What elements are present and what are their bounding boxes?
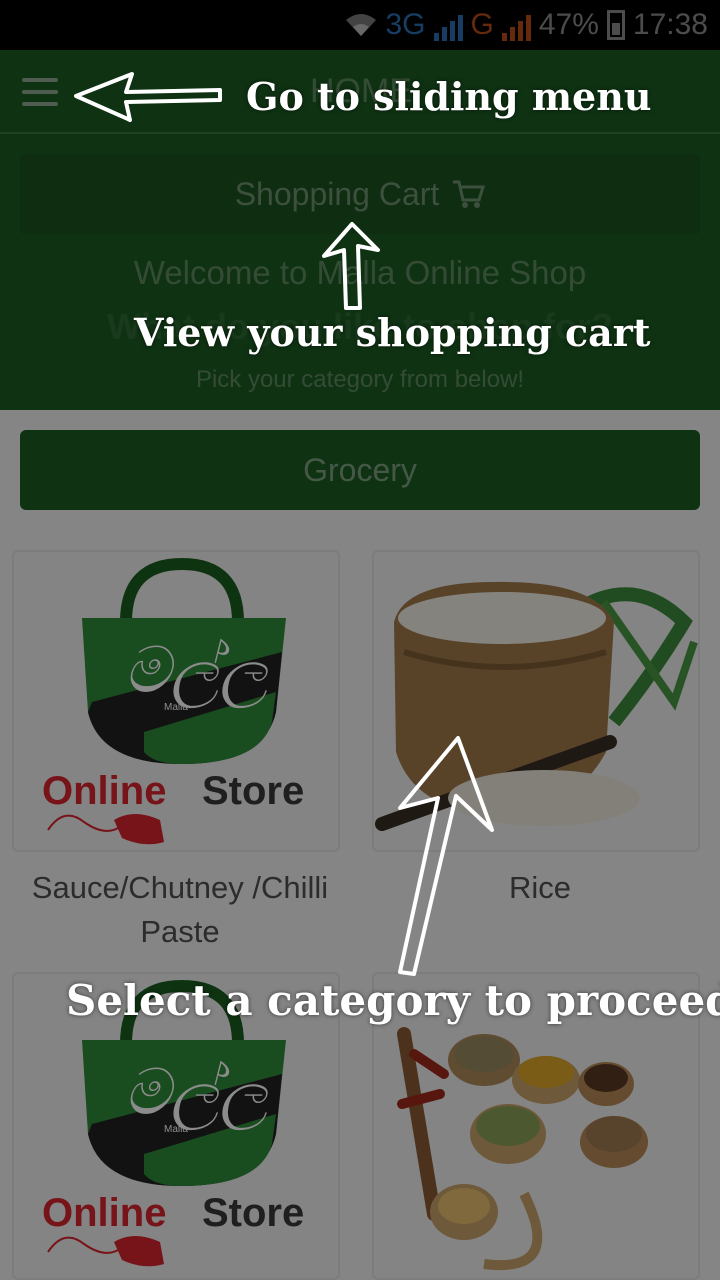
arrow-up-icon (322, 222, 380, 310)
arrow-up-long-icon (398, 736, 494, 976)
tutorial-cart-tip: View your shopping cart (134, 310, 651, 355)
tutorial-menu-tip: Go to sliding menu (246, 74, 652, 119)
logo-word-online: Online (42, 769, 166, 813)
arrow-left-icon (74, 72, 222, 122)
shopping-cart-icon (453, 180, 486, 208)
app-screen: { "status_bar": { "network_a": "3G", "ne… (0, 0, 720, 1280)
malla-online-store-logo: මල්ල Malla Online Store (42, 557, 304, 845)
category-caption-sauce: Sauce/Chutney /Chilli Paste (31, 870, 329, 949)
logo-word-store: Store (202, 1191, 304, 1235)
battery-icon (606, 10, 625, 40)
signal-strength-icon (433, 9, 463, 41)
pick-category-hint: Pick your category from below! (195, 366, 525, 393)
network-type-g: G (470, 8, 494, 41)
logo-brand-small: Malla (164, 1124, 188, 1135)
logo-brand-script: මල්ල (124, 1056, 269, 1131)
network-type-3g: 3G (385, 8, 426, 41)
hamburger-menu-icon[interactable] (22, 78, 58, 106)
logo-word-store: Store (202, 769, 304, 813)
wifi-icon (345, 14, 376, 36)
status-bar: 3G G 47% 17:38 (0, 0, 720, 50)
clock: 17:38 (632, 8, 708, 41)
battery-percent: 47% (538, 8, 599, 41)
grocery-section-button[interactable]: Grocery (20, 430, 700, 510)
signal-strength-icon-2 (501, 9, 531, 41)
logo-brand-small: Malla (164, 702, 188, 713)
category-card-sauce[interactable]: මල්ල Malla Online Store (12, 550, 340, 852)
shopping-cart-label: Shopping Cart (234, 175, 440, 212)
logo-brand-script: මල්ල (124, 634, 269, 709)
tutorial-category-tip: Select a category to proceed (66, 976, 720, 1025)
logo-word-online: Online (42, 1191, 166, 1235)
grocery-label: Grocery (303, 451, 417, 488)
